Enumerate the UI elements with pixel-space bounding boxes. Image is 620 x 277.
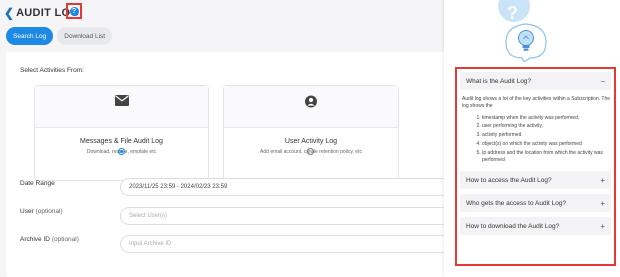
question-bulb-illustration: ? [498, 0, 547, 62]
date-range-label: Date Range [20, 180, 55, 187]
archive-id-label-text: Archive ID [20, 236, 50, 243]
faq-highlight: What is the Audit Log? − Audit log shows… [455, 67, 616, 266]
card-header [224, 86, 398, 128]
card-title: User Activity Log [284, 138, 338, 145]
optional-tag: (optional) [51, 236, 79, 243]
faq-answer: Audit log shows a lot of the key activit… [460, 95, 611, 171]
user-label: User (optional) [20, 208, 63, 215]
user-select-input[interactable]: Select User(s) [120, 207, 450, 225]
date-range-label-text: Date Range [20, 180, 55, 187]
envelope-icon [114, 95, 129, 106]
help-drawer: ? What is the Audit Log? − Audit log sho… [444, 0, 620, 277]
faq-item-what-is-audit-log[interactable]: What is the Audit Log? − [460, 72, 611, 90]
user-activity-card[interactable]: User Activity Log Add email account, cre… [223, 85, 399, 181]
faq-item-how-to-download[interactable]: How to download the Audit Log? + [460, 217, 611, 236]
archive-id-input[interactable]: Input Archive ID [120, 235, 450, 253]
search-panel: Select Activities From: Messages & File … [6, 52, 450, 277]
card-header [35, 86, 208, 128]
expand-icon[interactable]: + [600, 222, 605, 231]
expand-icon[interactable]: + [600, 199, 605, 208]
user-label-text: User [20, 208, 34, 215]
user-icon [305, 95, 317, 108]
faq-answer-item: timestamp when the activity was performe… [482, 115, 611, 122]
faq-answer-item: object(s) on which the activity was perf… [482, 141, 611, 148]
tab-search-log[interactable]: Search Log [6, 27, 54, 45]
user-activity-radio[interactable] [307, 148, 314, 155]
faq-item-how-to-access[interactable]: How to access the Audit Log? + [460, 171, 611, 190]
help-button-highlight[interactable]: ? [66, 3, 82, 19]
messages-file-audit-card[interactable]: Messages & File Audit Log Download, rest… [34, 85, 209, 181]
faq-answer-item: activity performed [482, 132, 611, 139]
main-area: ❮ AUDIT LOG ? Search Log Download List S… [0, 0, 450, 277]
archive-id-label: Archive ID (optional) [20, 236, 79, 243]
faq-question: How to download the Audit Log? [466, 222, 560, 230]
svg-text:?: ? [507, 3, 518, 23]
faq-answer-list: timestamp when the activity was performe… [482, 115, 611, 164]
collapse-icon[interactable]: − [600, 77, 605, 86]
help-icon[interactable]: ? [69, 6, 79, 16]
date-range-input[interactable]: 2023/11/25 23:59 - 2024/02/23 23:59 [120, 178, 450, 196]
faq-answer-item: user performing the activity, [482, 123, 611, 130]
select-activities-label: Select Activities From: [20, 67, 84, 74]
tab-download-list[interactable]: Download List [57, 27, 113, 45]
faq-question: What is the Audit Log? [466, 77, 532, 85]
expand-icon[interactable]: + [600, 176, 605, 185]
chevron-left-icon[interactable]: ❮ [4, 7, 14, 19]
card-title: Messages & File Audit Log [80, 138, 163, 145]
faq-item-who-gets-access[interactable]: Who gets the access to Audit Log? + [460, 194, 611, 213]
messages-file-audit-radio[interactable] [118, 148, 125, 155]
faq-answer-item: Ip address and the location from which t… [482, 150, 611, 164]
faq-question: Who gets the access to Audit Log? [466, 199, 567, 207]
faq-answer-intro: Audit log shows a lot of the key activit… [462, 96, 611, 109]
faq-question: How to access the Audit Log? [466, 176, 552, 184]
optional-tag: (optional) [35, 208, 63, 215]
tab-bar: Search Log Download List [6, 27, 113, 45]
